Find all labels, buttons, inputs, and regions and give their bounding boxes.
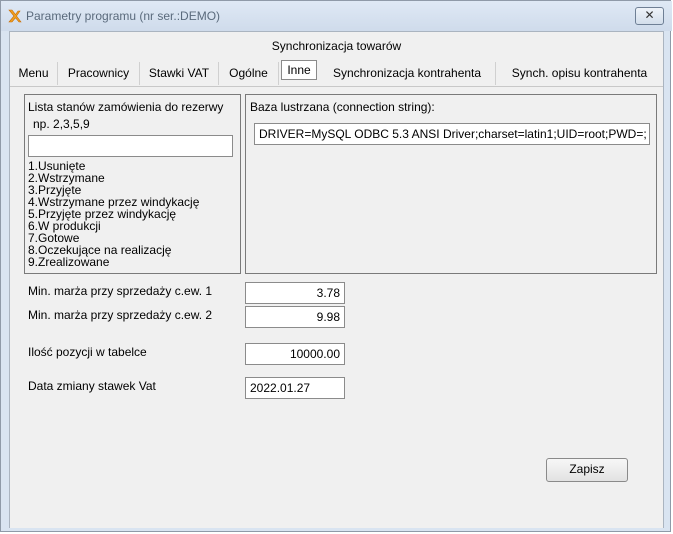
close-button[interactable]: ✕ [635,7,664,25]
margin1-input[interactable]: 3.78 [245,282,345,304]
reservation-example: np. 2,3,5,9 [33,117,90,131]
tab-sync-products[interactable]: Synchronizacja towarów [10,34,663,58]
close-icon: ✕ [644,8,655,22]
tab-sync-contractor-description[interactable]: Synch. opisu kontrahenta [496,62,663,85]
tab-employees[interactable]: Pracownicy [58,62,140,85]
vat-change-date-input[interactable]: 2022.01.27 [245,377,345,399]
margin2-label: Min. marża przy sprzedaży c.ew. 2 [28,308,213,322]
app-logo-icon [8,9,22,23]
tab-vat-rates[interactable]: Stawki VAT [140,62,219,85]
reservation-title: Lista stanów zamówienia do rezerwy [28,100,224,114]
mirror-database-title: Baza lustrzana (connection string): [250,100,435,114]
tab-sync-contractor[interactable]: Synchronizacja kontrahenta [319,62,496,85]
connection-string-input[interactable]: DRIVER=MySQL ODBC 5.3 ANSI Driver;charse… [254,123,650,145]
status-item: 9.Zrealizowane [28,255,110,269]
tab-general[interactable]: Ogólne [219,62,279,85]
vat-change-date-label: Data zmiany stawek Vat [28,379,156,393]
margin1-label: Min. marża przy sprzedaży c.ew. 1 [28,284,213,298]
margin2-input[interactable]: 9.98 [245,306,345,328]
tab-other[interactable]: Inne [281,60,317,80]
tab-row-top: Synchronizacja towarów [10,32,663,58]
tab-row-main: Menu Pracownicy Stawki VAT Ogólne Inne S… [10,60,663,86]
status-list: 1.Usunięte 2.Wstrzymane 3.Przyjęte 4.Wst… [28,160,199,268]
reservation-status-group: Lista stanów zamówienia do rezerwy np. 2… [24,94,241,274]
rows-count-label: Ilość pozycji w tabelce [28,345,147,359]
settings-window: Parametry programu (nr ser.:DEMO) ✕ Sync… [0,0,672,532]
tab-panel-other: Lista stanów zamówienia do rezerwy np. 2… [10,86,663,528]
tab-menu[interactable]: Menu [10,62,58,85]
reservation-statuses-input[interactable] [28,135,233,157]
save-button[interactable]: Zapisz [546,458,628,482]
rows-count-input[interactable]: 10000.00 [245,343,345,365]
dialog-body: Synchronizacja towarów Menu Pracownicy S… [9,31,664,528]
title-bar: Parametry programu (nr ser.:DEMO) ✕ [1,1,672,31]
window-title: Parametry programu (nr ser.:DEMO) [26,9,221,23]
mirror-database-group: Baza lustrzana (connection string): DRIV… [245,94,657,274]
